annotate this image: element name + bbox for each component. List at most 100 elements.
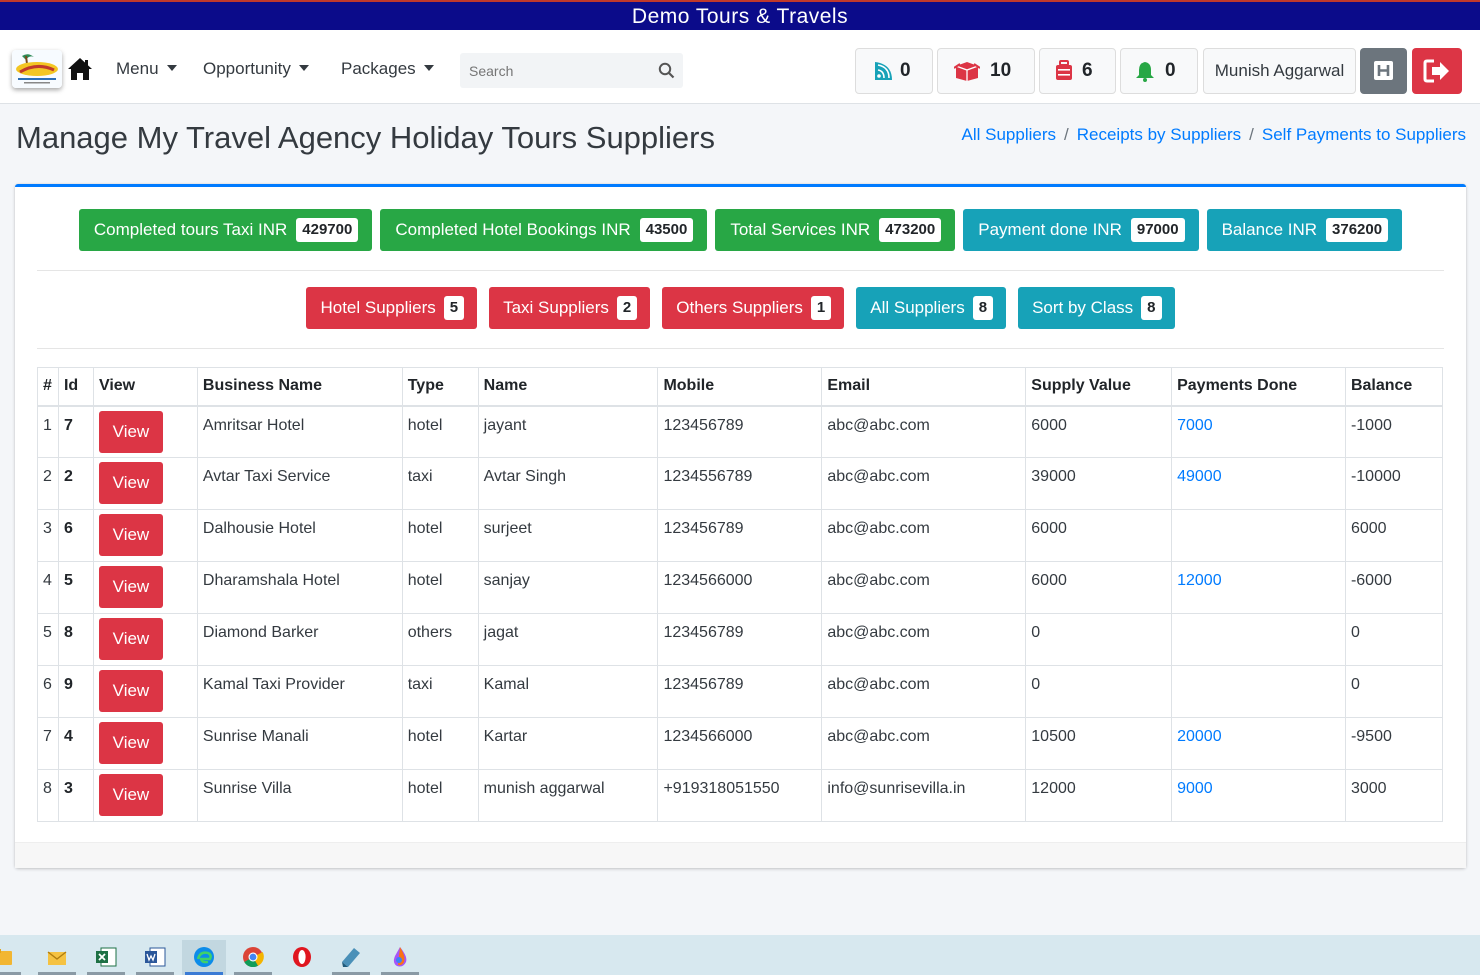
column-header[interactable]: Payments Done — [1171, 367, 1346, 407]
table-row: 3 6 View Dalhousie Hotel hotel surjeet 1… — [37, 509, 1444, 562]
email: info@sunrisevilla.in — [821, 769, 1027, 822]
column-header[interactable]: Type — [401, 367, 479, 407]
company-logo[interactable] — [12, 50, 62, 88]
breadcrumb-all-suppliers[interactable]: All Suppliers — [962, 125, 1057, 144]
h-button[interactable] — [1360, 48, 1407, 94]
table-header-row: # Id View Business Name Type Name Mobile… — [37, 367, 1444, 407]
packages-dropdown[interactable]: Packages — [341, 59, 434, 79]
column-header[interactable]: View — [92, 367, 198, 407]
view-button[interactable]: View — [98, 462, 163, 504]
filter-all-suppliers[interactable]: All Suppliers 8 — [856, 287, 1007, 329]
packages-label: Packages — [341, 59, 416, 78]
filter-count-badge: 2 — [616, 296, 638, 320]
view-button[interactable]: View — [98, 514, 163, 556]
luggage-counter-button[interactable]: 6 — [1039, 48, 1116, 94]
divider — [37, 270, 1444, 271]
payments-done-link[interactable]: 9000 — [1177, 780, 1213, 797]
mail-folder-icon — [45, 945, 69, 969]
email: abc@abc.com — [821, 717, 1027, 770]
box-counter-button[interactable]: 10 — [937, 48, 1035, 94]
supplier-type: hotel — [401, 769, 479, 822]
payments-done-link[interactable]: 20000 — [1177, 728, 1222, 745]
row-number: 8 — [37, 769, 59, 822]
column-header[interactable]: Name — [477, 367, 659, 407]
filter-sort-by-class[interactable]: Sort by Class 8 — [1018, 287, 1175, 329]
column-header[interactable]: Business Name — [196, 367, 403, 407]
supply-value: 10500 — [1025, 717, 1173, 770]
column-header[interactable]: Supply Value — [1025, 367, 1173, 407]
mobile: 123456789 — [657, 509, 823, 562]
edge-taskbar-button[interactable] — [182, 940, 226, 975]
luggage-icon — [1054, 60, 1076, 82]
business-name: Avtar Taxi Service — [196, 457, 403, 510]
column-header[interactable]: Email — [821, 367, 1027, 407]
view-button[interactable]: View — [98, 410, 163, 453]
page-title: Manage My Travel Agency Holiday Tours Su… — [16, 120, 715, 155]
home-icon[interactable] — [67, 57, 93, 81]
mail-taskbar-button[interactable] — [35, 940, 79, 975]
stat-balance[interactable]: Balance INR 376200 — [1206, 209, 1403, 251]
filter-label: Others Suppliers — [676, 298, 803, 317]
stat-total-services[interactable]: Total Services INR 473200 — [715, 209, 956, 251]
opportunity-label: Opportunity — [203, 59, 291, 78]
breadcrumb-receipts-by-suppliers[interactable]: Receipts by Suppliers — [1077, 125, 1241, 144]
stat-completed-taxi[interactable]: Completed tours Taxi INR 429700 — [78, 209, 373, 251]
notes-taskbar-button[interactable] — [329, 940, 373, 975]
stat-completed-hotel[interactable]: Completed Hotel Bookings INR 43500 — [380, 209, 708, 251]
box-icon — [953, 60, 981, 82]
row-number: 3 — [37, 509, 59, 562]
supplier-type: others — [401, 613, 479, 666]
supplier-type: taxi — [401, 665, 479, 718]
supplier-type: hotel — [401, 405, 479, 458]
view-button[interactable]: View — [98, 722, 163, 764]
stat-label: Completed Hotel Bookings INR — [395, 220, 631, 239]
column-header[interactable]: # — [37, 367, 59, 407]
file-explorer-taskbar-button[interactable] — [0, 940, 24, 975]
top-navbar: Menu Opportunity Packages 0 10 6 0 Mun — [0, 30, 1480, 104]
opera-taskbar-button[interactable] — [280, 940, 324, 975]
notification-counter-button[interactable]: 0 — [1120, 48, 1198, 94]
supply-value: 0 — [1025, 665, 1173, 718]
payments-done-link[interactable]: 49000 — [1177, 468, 1222, 485]
excel-taskbar-button[interactable] — [84, 940, 128, 975]
column-header[interactable]: Balance — [1344, 367, 1444, 407]
email: abc@abc.com — [821, 509, 1027, 562]
balance: -1000 — [1344, 405, 1444, 458]
file-explorer-icon — [0, 945, 14, 969]
menu-dropdown[interactable]: Menu — [116, 59, 177, 79]
chrome-taskbar-button[interactable] — [231, 940, 275, 975]
stat-payment-done[interactable]: Payment done INR 97000 — [963, 209, 1199, 251]
supply-value: 6000 — [1025, 509, 1173, 562]
view-button[interactable]: View — [98, 566, 163, 608]
view-button[interactable]: View — [98, 670, 163, 712]
search-input[interactable] — [460, 53, 650, 88]
filter-hotel-suppliers[interactable]: Hotel Suppliers 5 — [306, 287, 478, 329]
logout-button[interactable] — [1412, 48, 1462, 94]
feed-counter-button[interactable]: 0 — [855, 48, 933, 94]
email: abc@abc.com — [821, 561, 1027, 614]
stat-badge: 376200 — [1326, 218, 1389, 242]
contact-name: jayant — [477, 405, 659, 458]
chevron-down-icon — [298, 65, 309, 71]
breadcrumb-self-payments[interactable]: Self Payments to Suppliers — [1262, 125, 1466, 144]
view-button[interactable]: View — [98, 774, 163, 816]
supply-value: 39000 — [1025, 457, 1173, 510]
balance: 3000 — [1344, 769, 1444, 822]
search-icon[interactable] — [658, 62, 675, 79]
opportunity-dropdown[interactable]: Opportunity — [203, 59, 309, 79]
column-header[interactable]: Mobile — [657, 367, 823, 407]
word-icon — [143, 945, 167, 969]
contact-name: sanjay — [477, 561, 659, 614]
payments-done-link[interactable]: 12000 — [1177, 572, 1222, 589]
payments-done-link[interactable]: 7000 — [1177, 417, 1213, 434]
filter-taxi-suppliers[interactable]: Taxi Suppliers 2 — [489, 287, 651, 329]
mobile: 123456789 — [657, 405, 823, 458]
filter-others-suppliers[interactable]: Others Suppliers 1 — [662, 287, 845, 329]
view-button[interactable]: View — [98, 618, 163, 660]
mobile: 123456789 — [657, 665, 823, 718]
feed-icon — [872, 60, 894, 82]
paint-taskbar-button[interactable] — [378, 940, 422, 975]
column-header[interactable]: Id — [57, 367, 94, 407]
user-profile-button[interactable]: Munish Aggarwal — [1203, 48, 1356, 94]
word-taskbar-button[interactable] — [133, 940, 177, 975]
